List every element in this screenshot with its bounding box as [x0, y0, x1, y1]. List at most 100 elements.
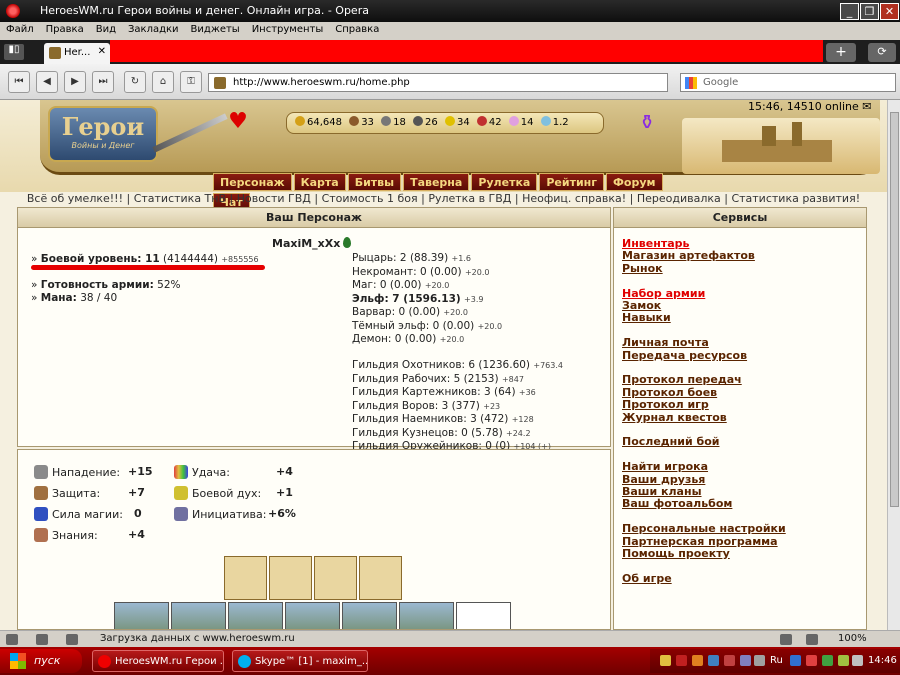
creature-portrait[interactable] [228, 602, 283, 629]
image-icon[interactable] [780, 634, 792, 645]
menu-edit[interactable]: Правка [40, 22, 90, 35]
language-indicator[interactable]: Ru [770, 655, 783, 666]
rewind-icon[interactable]: ⏮ [8, 71, 30, 93]
crossed-swords-icon [34, 465, 48, 479]
game-menu-tavern[interactable]: Таверна [403, 173, 470, 191]
link-find-player[interactable]: Найти игрока [622, 460, 786, 473]
link-photo-album[interactable]: Ваш фотоальбом [622, 498, 786, 511]
tray-icon[interactable] [806, 655, 817, 666]
link-quest-journal[interactable]: Журнал квестов [622, 411, 786, 424]
logo-title: Герои [61, 112, 145, 141]
tray-icon[interactable] [838, 655, 849, 666]
zoom-level[interactable]: 100% [838, 633, 867, 644]
vertical-scrollbar[interactable] [887, 100, 900, 630]
link-last-battle[interactable]: Последний бой [622, 436, 786, 449]
tray-icon[interactable] [790, 655, 801, 666]
unite-icon[interactable] [66, 634, 78, 645]
site-favicon-icon [49, 47, 61, 59]
menu-help[interactable]: Справка [329, 22, 385, 35]
hourglass-icon [174, 507, 188, 521]
faction-row: Демон: 0 (0.00) +20.0 [352, 333, 465, 345]
link-artifact-shop[interactable]: Магазин артефактов [622, 249, 786, 262]
tray-icon[interactable] [852, 655, 863, 666]
creature-portrait[interactable] [171, 602, 226, 629]
key-icon[interactable]: ⚿ [180, 71, 202, 93]
army-label: Готовность армии: [40, 279, 154, 291]
closed-tabs-icon[interactable]: ⟳ [868, 43, 896, 62]
speaker-icon[interactable] [754, 655, 765, 666]
factions-guilds: Рыцарь: 2 (88.39) +1.6 Некромант: 0 (0.0… [352, 252, 563, 454]
link-about-game[interactable]: Об игре [622, 572, 786, 585]
tray-icon[interactable] [724, 655, 735, 666]
opera-icon [98, 655, 111, 668]
tab-heroeswm[interactable]: Her... ✕ [44, 43, 110, 64]
link-market[interactable]: Рынок [622, 262, 786, 275]
game-menu-roulette[interactable]: Рулетка [471, 173, 538, 191]
menu-tools[interactable]: Инструменты [246, 22, 330, 35]
link-personal-settings[interactable]: Персональные настройки [622, 522, 786, 535]
link-transfer-resources[interactable]: Передача ресурсов [622, 349, 786, 362]
maximize-button[interactable]: ❐ [860, 3, 879, 20]
amulet-icon[interactable] [224, 556, 267, 600]
tray-icon[interactable] [708, 655, 719, 666]
link-game-log[interactable]: Протокол игр [622, 398, 786, 411]
back-icon[interactable]: ◀ [36, 71, 58, 93]
creature-portrait[interactable] [114, 602, 169, 629]
armor-vest-icon[interactable] [269, 556, 312, 600]
address-field[interactable]: http://www.heroeswm.ru/home.php [208, 73, 668, 92]
taskbar-item-opera[interactable]: HeroesWM.ru Герои ... [92, 650, 224, 672]
reload-icon[interactable]: ↻ [124, 71, 146, 93]
scrollbar-thumb[interactable] [890, 112, 899, 507]
menu-view[interactable]: Вид [90, 22, 122, 35]
game-menu-rating[interactable]: Рейтинг [539, 173, 605, 191]
start-button[interactable]: пуск [0, 649, 82, 673]
mail-icon[interactable]: ✉ [862, 100, 871, 113]
panel-toggle-icon[interactable]: ▮▯ [4, 44, 24, 60]
view-icon[interactable] [806, 634, 818, 645]
menu-file[interactable]: Файл [0, 22, 40, 35]
game-logo[interactable]: Герои Войны и Денег [48, 106, 158, 162]
network-icon[interactable] [36, 634, 48, 645]
tray-icon[interactable] [822, 655, 833, 666]
army-row: » Готовность армии: 52% [31, 279, 181, 291]
search-input[interactable]: Google [680, 73, 896, 92]
tools-icon[interactable] [6, 634, 18, 645]
link-skills[interactable]: Навыки [622, 312, 786, 325]
tab-close-icon[interactable]: ✕ [98, 46, 106, 57]
tray-icon[interactable] [676, 655, 687, 666]
menu-widgets[interactable]: Виджеты [185, 22, 246, 35]
tray-icon[interactable] [660, 655, 671, 666]
game-menu-forum[interactable]: Форум [606, 173, 663, 191]
link-personal-mail[interactable]: Личная почта [622, 336, 786, 349]
sword-item-icon[interactable] [314, 556, 357, 600]
close-button[interactable]: ✕ [880, 3, 899, 20]
mana-potion-icon: ⚱ [638, 110, 656, 134]
wood-icon [349, 116, 360, 126]
player-nick[interactable]: MaxiM_xXx [272, 237, 352, 250]
guild-row: Гильдия Охотников: 6 (1236.60) +763.4 [352, 359, 563, 371]
minimize-button[interactable]: _ [840, 3, 859, 20]
tray-icon[interactable] [740, 655, 751, 666]
tray-icon[interactable] [692, 655, 703, 666]
level-label: Боевой уровень: 11 [40, 253, 160, 265]
game-menu-battles[interactable]: Битвы [347, 173, 402, 191]
links-bar[interactable]: Всё об умелке!!! | Статистика ТнВ | Ново… [0, 192, 887, 206]
creature-portrait[interactable] [399, 602, 454, 629]
resource-crystal: 42 [488, 117, 502, 128]
window-title: HeroesWM.ru Герои войны и денег. Онлайн … [40, 4, 369, 17]
home-icon[interactable]: ⌂ [152, 71, 174, 93]
menu-bookmarks[interactable]: Закладки [122, 22, 185, 35]
link-help-project[interactable]: Помощь проекту [622, 547, 786, 560]
new-tab-button[interactable]: + [826, 43, 856, 62]
creature-portrait[interactable] [342, 602, 397, 629]
game-menu-map[interactable]: Карта [293, 173, 346, 191]
creature-portrait[interactable] [285, 602, 340, 629]
resource-diamond: 1.2 [552, 117, 569, 128]
empty-army-slot[interactable] [456, 602, 511, 629]
game-menu-character[interactable]: Персонаж [213, 173, 292, 191]
fast-forward-icon[interactable]: ⏭ [92, 71, 114, 93]
link-transfer-log[interactable]: Протокол передач [622, 374, 786, 387]
shield-item-icon[interactable] [359, 556, 402, 600]
taskbar-item-skype[interactable]: Skype™ [1] - maxim_... [232, 650, 368, 672]
forward-icon[interactable]: ▶ [64, 71, 86, 93]
